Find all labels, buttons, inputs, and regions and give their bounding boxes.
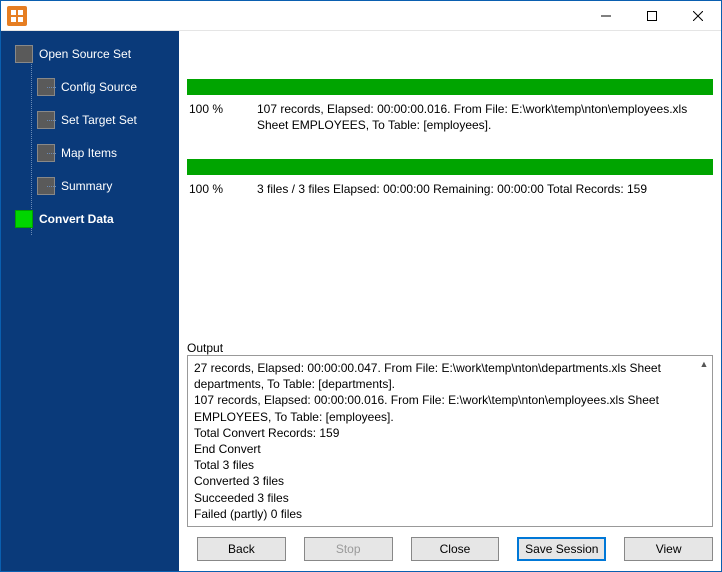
step-label: Map Items xyxy=(61,146,117,160)
output-line: Failed (partly) 0 files xyxy=(194,506,694,522)
step-summary[interactable]: Summary xyxy=(27,175,179,197)
total-progress-percent: 100 % xyxy=(187,181,257,197)
minimize-button[interactable] xyxy=(583,1,629,31)
file-progress-block: 100 % 107 records, Elapsed: 00:00:00.016… xyxy=(187,79,713,133)
app-window: Open Source Set Config Source Set Target… xyxy=(0,0,722,572)
output-line: Succeeded 3 files xyxy=(194,490,694,506)
output-line: 107 records, Elapsed: 00:00:00.016. From… xyxy=(194,392,694,424)
output-line: Total 3 files xyxy=(194,457,694,473)
output-line: End Convert xyxy=(194,441,694,457)
scroll-up-icon[interactable]: ▲ xyxy=(696,356,712,372)
step-label: Config Source xyxy=(61,80,137,94)
stop-button: Stop xyxy=(304,537,393,561)
step-open-source-set[interactable]: Open Source Set xyxy=(11,43,179,65)
output-line: Converted 3 files xyxy=(194,473,694,489)
output-line: 27 records, Elapsed: 00:00:00.047. From … xyxy=(194,360,694,392)
file-progress-info: 107 records, Elapsed: 00:00:00.016. From… xyxy=(257,101,713,133)
step-convert-data[interactable]: Convert Data xyxy=(11,208,179,230)
step-label: Set Target Set xyxy=(61,113,137,127)
output-label: Output xyxy=(187,333,713,355)
step-set-target-set[interactable]: Set Target Set xyxy=(27,109,179,131)
step-map-items[interactable]: Map Items xyxy=(27,142,179,164)
step-label: Convert Data xyxy=(39,212,114,226)
output-textarea[interactable]: 27 records, Elapsed: 00:00:00.047. From … xyxy=(187,355,713,527)
total-progress-block: 100 % 3 files / 3 files Elapsed: 00:00:0… xyxy=(187,159,713,197)
back-button[interactable]: Back xyxy=(197,537,286,561)
total-progress-bar xyxy=(187,159,713,175)
step-label: Open Source Set xyxy=(39,47,131,61)
wizard-sidebar: Open Source Set Config Source Set Target… xyxy=(1,31,179,571)
step-config-source[interactable]: Config Source xyxy=(27,76,179,98)
close-button[interactable] xyxy=(675,1,721,31)
main-panel: 100 % 107 records, Elapsed: 00:00:00.016… xyxy=(179,31,721,571)
output-line: Total Convert Records: 159 xyxy=(194,425,694,441)
maximize-button[interactable] xyxy=(629,1,675,31)
button-row: Back Stop Close Save Session View xyxy=(187,527,713,563)
file-progress-bar xyxy=(187,79,713,95)
save-session-button[interactable]: Save Session xyxy=(517,537,606,561)
step-label: Summary xyxy=(61,179,112,193)
file-progress-percent: 100 % xyxy=(187,101,257,133)
app-icon xyxy=(7,6,27,26)
view-button[interactable]: View xyxy=(624,537,713,561)
total-progress-info: 3 files / 3 files Elapsed: 00:00:00 Rema… xyxy=(257,181,713,197)
titlebar xyxy=(1,1,721,31)
close-wizard-button[interactable]: Close xyxy=(411,537,500,561)
